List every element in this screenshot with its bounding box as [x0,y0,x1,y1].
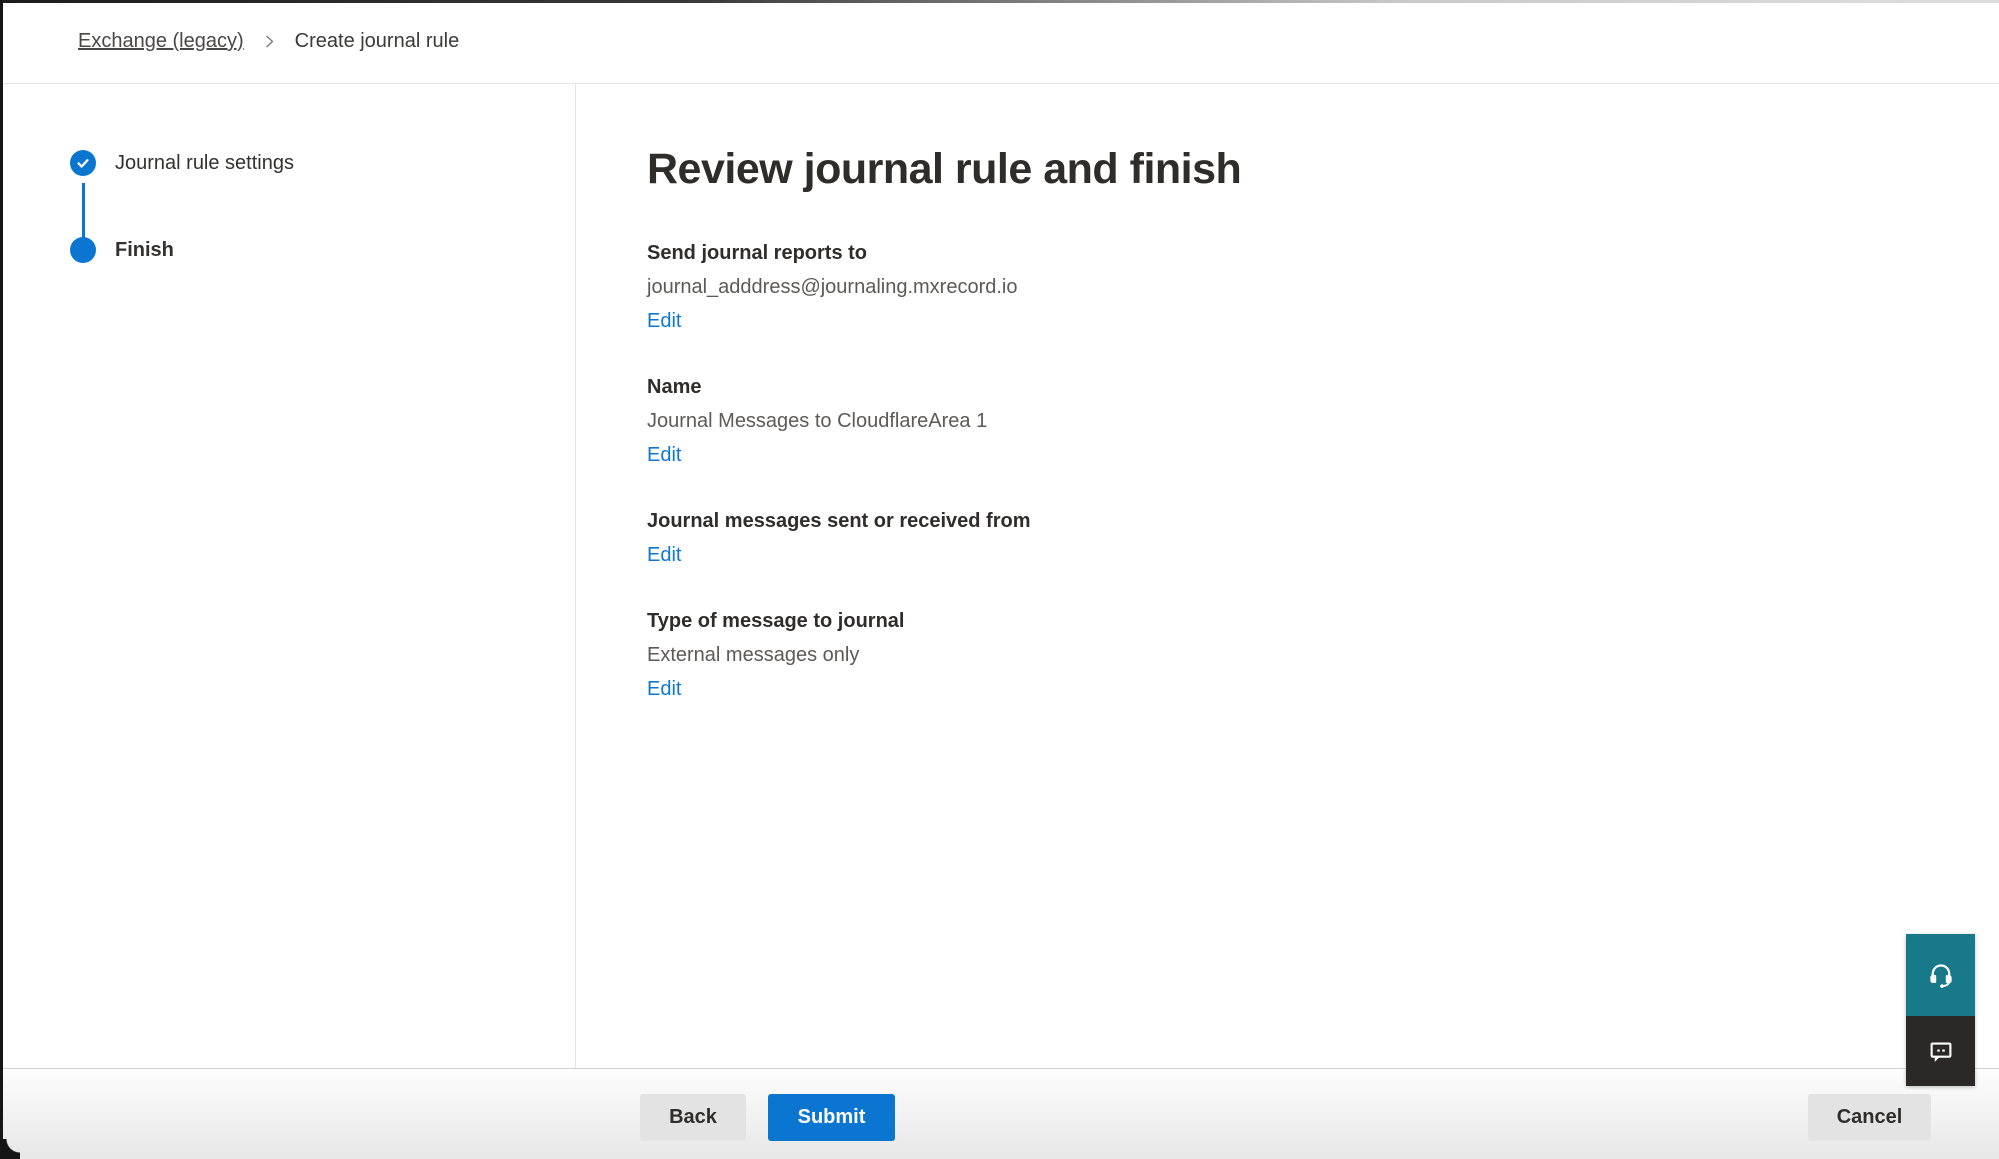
section-value: journal_adddress@journaling.mxrecord.io [647,270,1959,304]
breadcrumb-link-exchange-legacy[interactable]: Exchange (legacy) [78,30,244,53]
submit-button[interactable]: Submit [768,1094,895,1141]
step-connector-line [82,183,85,238]
step-label-journal-rule-settings[interactable]: Journal rule settings [115,150,294,176]
section-label: Journal messages sent or received from [647,504,1959,538]
edit-link-name[interactable]: Edit [647,438,681,472]
check-icon [74,154,92,172]
body: Journal rule settings Finish Review jour… [0,84,1999,1068]
chat-icon [1926,1036,1956,1066]
footer-action-bar: Back Submit Cancel [0,1068,1999,1159]
section-value: Journal Messages to CloudflareArea 1 [647,404,1959,438]
section-label: Type of message to journal [647,604,1959,638]
header: Exchange (legacy) Create journal rule [0,0,1999,84]
section-label: Name [647,370,1959,404]
step-journal-rule-settings-completed[interactable] [70,150,96,176]
exchange-admin-window: Exchange (legacy) Create journal rule Jo… [0,0,1999,1159]
review-section-send-journal-reports-to: Send journal reports to journal_adddress… [647,236,1959,338]
window-top-edge [0,0,1999,3]
back-button[interactable]: Back [640,1094,746,1141]
page-title: Review journal rule and finish [647,132,1959,206]
breadcrumb: Exchange (legacy) Create journal rule [78,30,459,53]
edit-link-journal-messages-sent-or-received-from[interactable]: Edit [647,538,681,572]
window-left-edge [0,0,3,1159]
step-finish-current[interactable] [70,237,96,263]
floating-button-stack [1906,934,1975,1086]
step-label-finish[interactable]: Finish [115,237,174,263]
edit-link-type-of-message-to-journal[interactable]: Edit [647,672,681,706]
review-section-type-of-message-to-journal: Type of message to journal External mess… [647,604,1959,706]
main-panel: Review journal rule and finish Send jour… [576,84,1999,1068]
section-value: External messages only [647,638,1959,672]
section-label: Send journal reports to [647,236,1959,270]
headset-icon [1925,959,1957,991]
review-section-journal-messages-sent-or-received-from: Journal messages sent or received from E… [647,504,1959,572]
breadcrumb-current-create-journal-rule: Create journal rule [295,30,460,53]
wizard-stepper-sidebar: Journal rule settings Finish [0,84,576,1068]
feedback-button[interactable] [1906,1016,1975,1086]
window-bottom-left-corner [0,1139,20,1159]
breadcrumb-chevron-icon [262,34,277,49]
help-button[interactable] [1906,934,1975,1016]
edit-link-send-journal-reports-to[interactable]: Edit [647,304,681,338]
review-section-name: Name Journal Messages to CloudflareArea … [647,370,1959,472]
cancel-button[interactable]: Cancel [1808,1094,1931,1141]
